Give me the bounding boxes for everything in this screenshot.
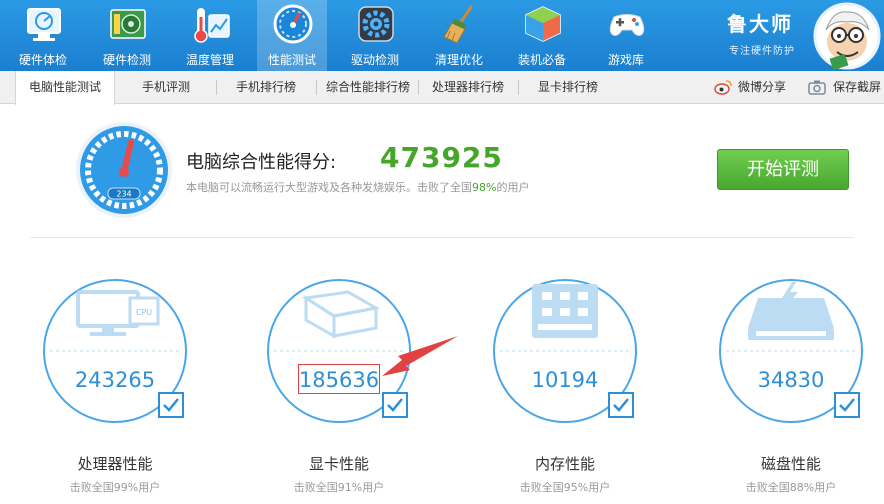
nav-label: 驱动检测 <box>350 53 399 67</box>
card-subtitle: 击败全国88%用户 <box>745 481 837 494</box>
sub-tab-bar: 电脑性能测试 手机评测 手机排行榜 综合性能排行榜 处理器排行榜 显卡排行榜 微… <box>0 71 884 105</box>
nav-item-driver-detect[interactable]: 驱动检测 <box>340 0 410 71</box>
top-navigation-bar: 硬件体检 硬件检测 温度管理 性能测试 驱动检测 清理优化 装机必备 游戏库 鲁… <box>0 0 884 71</box>
card-title: 磁盘性能 <box>760 455 821 473</box>
tab-gpu-ranking[interactable]: 显卡排行榜 <box>520 71 616 103</box>
tab-phone-ranking[interactable]: 手机排行榜 <box>218 71 314 103</box>
checkbox-checked-icon[interactable] <box>834 392 860 418</box>
checkbox-checked-icon[interactable] <box>382 392 408 418</box>
weibo-icon <box>714 80 732 95</box>
nav-label: 温度管理 <box>185 53 234 67</box>
divider <box>30 237 854 238</box>
start-benchmark-button[interactable]: 开始评测 <box>717 149 849 190</box>
nav-label: 清理优化 <box>434 53 483 67</box>
save-screenshot-button[interactable]: 保存截屏 <box>833 71 881 103</box>
checkbox-checked-icon[interactable] <box>608 392 634 418</box>
nav-label: 装机必备 <box>517 53 566 67</box>
card-title: 内存性能 <box>534 455 595 473</box>
nav-label: 性能测试 <box>267 53 316 67</box>
driver-gear-icon <box>358 6 394 42</box>
nav-item-software-essentials[interactable]: 装机必备 <box>507 0 577 71</box>
nav-item-game-library[interactable]: 游戏库 <box>591 0 661 71</box>
brand-slogan: 专注硬件防护 <box>729 46 795 57</box>
tab-separator <box>418 80 419 95</box>
card-subtitle: 击败全国91%用户 <box>293 481 385 494</box>
nav-label: 硬件检测 <box>102 53 151 67</box>
tab-cpu-ranking[interactable]: 处理器排行榜 <box>420 71 516 103</box>
nav-item-temperature[interactable]: 温度管理 <box>175 0 245 71</box>
broom-icon <box>443 5 473 44</box>
card-score: 243265 <box>74 368 156 392</box>
hardware-detect-icon <box>110 9 146 39</box>
card-memory-performance: 10194 内存性能 击败全国95%用户 <box>492 278 638 498</box>
card-cpu-performance: CPU 243265 处理器性能 击败全国99%用户 <box>42 278 188 498</box>
card-title: 处理器性能 <box>77 455 153 473</box>
gamepad-icon <box>609 14 645 36</box>
checkbox-checked-icon[interactable] <box>158 392 184 418</box>
mascot-avatar[interactable] <box>813 2 881 70</box>
software-box-icon <box>525 6 561 42</box>
tab-separator <box>316 80 317 95</box>
card-subtitle: 击败全国99%用户 <box>69 481 161 494</box>
nav-item-cleanup[interactable]: 清理优化 <box>424 0 494 71</box>
cpu-icon-label: CPU <box>136 308 152 317</box>
summary-title: 电脑综合性能得分: <box>186 152 337 173</box>
tab-pc-performance[interactable]: 电脑性能测试 <box>15 71 115 105</box>
brand-name: 鲁大师 <box>727 12 793 36</box>
nav-label: 游戏库 <box>607 53 644 67</box>
tab-separator <box>216 80 217 95</box>
tab-overall-ranking[interactable]: 综合性能排行榜 <box>318 71 418 103</box>
card-disk-performance: 34830 磁盘性能 击败全国88%用户 <box>718 278 864 498</box>
temperature-icon <box>194 8 230 43</box>
gauge-readout: 234 <box>116 190 131 199</box>
nav-item-hardware-checkup[interactable]: 硬件体检 <box>8 0 78 71</box>
weibo-share-button[interactable]: 微博分享 <box>738 71 786 103</box>
tab-phone-review[interactable]: 手机评测 <box>118 71 214 103</box>
hardware-checkup-icon <box>27 8 61 41</box>
performance-gauge-icon <box>273 4 313 44</box>
tab-separator <box>518 80 519 95</box>
nav-item-hardware-detect[interactable]: 硬件检测 <box>92 0 162 71</box>
performance-gauge-icon: 234 <box>76 122 172 218</box>
summary-desc-prefix: 本电脑可以流畅运行大型游戏及各种发烧娱乐。击败了全国 <box>186 181 472 194</box>
annotation-arrow-icon <box>382 336 458 376</box>
summary-score: 473925 <box>380 141 503 174</box>
card-score: 10194 <box>531 368 599 392</box>
summary-desc-percent: 98% <box>472 181 497 194</box>
nav-item-performance-test[interactable]: 性能测试 <box>257 0 327 71</box>
card-title: 显卡性能 <box>308 455 369 473</box>
card-score: 34830 <box>757 368 825 392</box>
camera-icon <box>808 80 826 95</box>
card-subtitle: 击败全国95%用户 <box>519 481 611 494</box>
summary-description: 本电脑可以流畅运行大型游戏及各种发烧娱乐。击败了全国98%的用户 <box>186 179 529 195</box>
nav-label: 硬件体检 <box>18 53 67 67</box>
memory-chip-icon <box>532 284 598 338</box>
card-gpu-performance: 185636 显卡性能 击败全国91%用户 <box>266 278 412 498</box>
summary-desc-suffix: 的用户 <box>496 181 530 194</box>
